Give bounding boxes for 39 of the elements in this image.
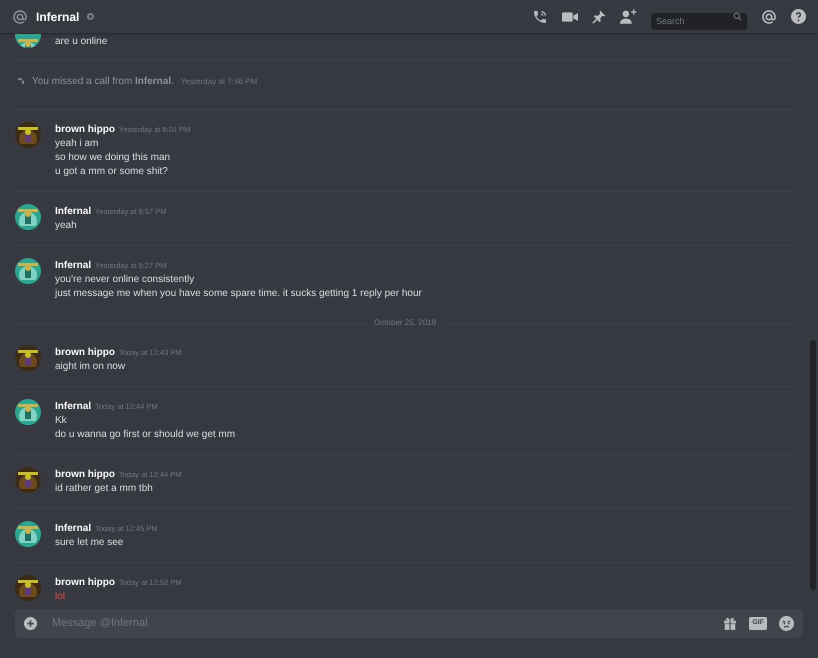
message-text: Kk [55,414,68,428]
message-text: yeah [55,219,78,233]
message-text: yeah i am [55,137,100,151]
add-friend-icon[interactable] [620,9,637,24]
author-name[interactable]: brown hippo [55,122,115,137]
plus-icon[interactable] [24,617,37,630]
message-text: you're never online consistently [55,273,196,287]
channel-title: Infernal [36,8,80,26]
search-field[interactable]: Search [651,12,747,30]
author-name[interactable]: brown hippo [55,467,115,482]
phone-icon[interactable] [532,8,548,24]
author-name[interactable]: brown hippo [55,345,115,360]
message-text: are u online [55,35,108,49]
pin-icon[interactable] [592,10,606,24]
message-text: so how we doing this man [55,151,172,165]
author-name[interactable]: Infernal [55,399,92,414]
gift-icon[interactable] [723,617,738,630]
message-text: u got a mm or some shit? [55,165,169,179]
author-name[interactable]: Infernal [55,204,92,219]
message-text: lol [55,590,66,601]
video-camera-icon[interactable] [562,10,578,22]
author-name[interactable]: Infernal [55,521,92,536]
at-icon [12,8,28,24]
search-icon [733,12,742,21]
message-text: sure let me see [55,536,124,550]
message-text: aight im on now [55,360,126,374]
missed-call-text: You missed a call from Infernal. [32,75,174,89]
message-text: id rather get a mm tbh [55,482,154,496]
help-icon[interactable] [791,9,806,24]
emoji-icon[interactable] [779,616,794,631]
scrollbar-thumb[interactable] [810,340,816,590]
timestamp: Yesterday at 7:46 PM [180,76,258,88]
author-name[interactable]: Infernal [55,258,92,273]
author-name[interactable]: brown hippo [55,575,115,590]
mention-icon[interactable] [761,8,777,24]
date-divider-label: October 25, 2019 [374,317,436,329]
message-text: just message me when you have some spare time. it sucks getting 1 reply per hour [55,287,422,301]
phone-icon [15,76,25,86]
message-text: do u wanna go first or should we get mm [55,428,236,442]
